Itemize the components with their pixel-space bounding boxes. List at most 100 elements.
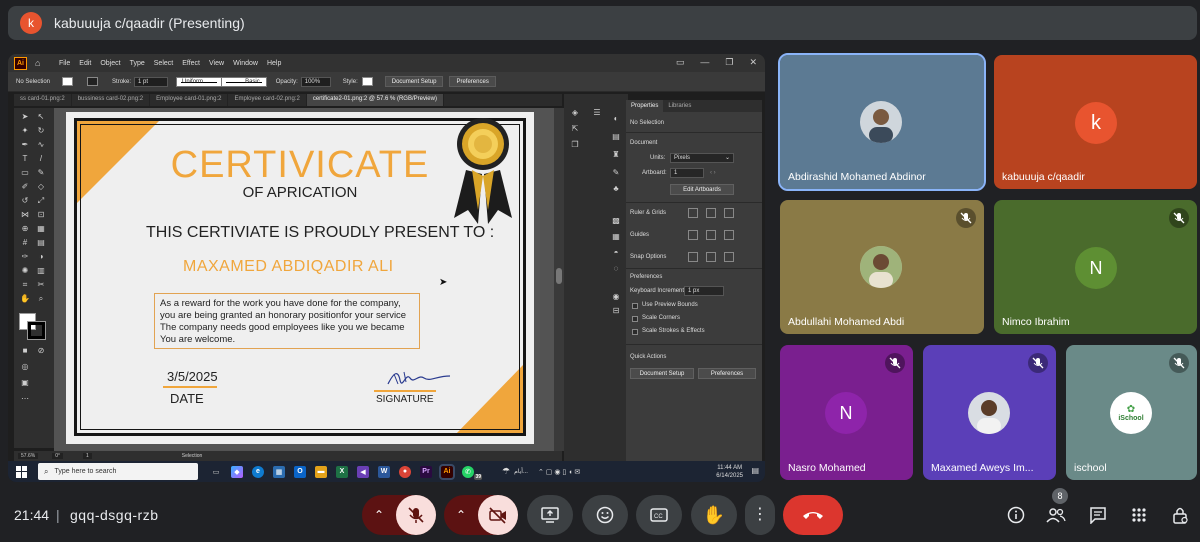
store-icon[interactable]: ▦ (273, 465, 285, 478)
stroke-weight-field[interactable]: 1 pt (134, 76, 169, 87)
ruler-icon[interactable] (688, 208, 698, 218)
stroke-swatch[interactable] (87, 77, 99, 86)
brush-definition-basic[interactable] (221, 76, 268, 87)
workspace-icon[interactable]: ▭ (676, 57, 685, 68)
lock-guides-icon[interactable] (706, 230, 716, 240)
menu-help[interactable]: Help (267, 60, 281, 67)
libraries-icon[interactable]: ▤ (611, 132, 621, 142)
use-preview-bounds-checkbox[interactable] (632, 303, 638, 309)
draw-mode-icon[interactable]: ◎ (20, 362, 30, 372)
word-icon[interactable]: W (378, 465, 390, 478)
close-icon[interactable]: ✕ (749, 57, 757, 68)
show-guides-icon[interactable] (688, 230, 698, 240)
edge-icon[interactable]: e (252, 465, 264, 478)
chrome-icon[interactable]: ● (399, 465, 411, 478)
snap-to-point-icon[interactable] (688, 252, 698, 262)
free-transform-icon[interactable]: ⊡ (36, 210, 46, 220)
participant-tile[interactable]: N Nimco Ibrahim (994, 200, 1197, 334)
units-select[interactable]: Pixels ⌄ (670, 153, 734, 163)
camera-options-chevron-icon[interactable]: ⌃ (450, 505, 472, 525)
align-icon[interactable]: ⊟ (611, 306, 621, 316)
artboards-panel-icon[interactable]: ❐ (570, 140, 580, 150)
participant-tile[interactable]: Abdullahi Mohamed Abdi (780, 200, 984, 334)
color-mode-icon[interactable]: ■ (20, 346, 30, 356)
preferences-button[interactable]: Preferences (449, 76, 496, 87)
properties-panel-icon[interactable]: ☰ (592, 108, 602, 118)
width-tool-icon[interactable]: ⋈ (20, 210, 30, 220)
mic-options-chevron-icon[interactable]: ⌃ (368, 505, 390, 525)
quick-document-setup-button[interactable]: Document Setup (630, 368, 694, 379)
grid-icon[interactable] (706, 208, 716, 218)
symbol-sprayer-icon[interactable]: ✺ (20, 266, 30, 276)
scrollbar-thumb[interactable] (556, 268, 562, 284)
notification-icon[interactable]: ▤ (751, 466, 759, 475)
swatches-icon[interactable]: ▦ (611, 232, 621, 242)
scale-tool-icon[interactable]: ⤢ (36, 196, 46, 206)
none-icon[interactable]: ⊘ (36, 346, 46, 356)
participant-tile[interactable]: ✿ iSchool ischool (1066, 345, 1197, 480)
zoom-field[interactable]: 57.6% (18, 453, 39, 459)
taskbar-search[interactable]: ⌕ Type here to search (38, 463, 198, 480)
smart-guides-icon[interactable] (724, 230, 734, 240)
home-icon[interactable]: ⌂ (35, 58, 45, 68)
shape-builder-icon[interactable]: ⊕ (20, 224, 30, 234)
pixel-snap-icon[interactable] (724, 252, 734, 262)
tab-libraries[interactable]: Libraries (663, 100, 696, 112)
menu-view[interactable]: View (209, 60, 224, 67)
tab-document[interactable]: Employee card-02.png:2 (228, 94, 307, 106)
hand-tool-icon[interactable]: ✋ (20, 294, 30, 304)
activities-icon[interactable] (1129, 505, 1149, 525)
participant-tile[interactable]: N Nasro Mohamed (780, 345, 913, 480)
raise-hand-button[interactable]: ✋ (691, 495, 737, 535)
artboard-tool-icon[interactable]: ⌗ (20, 280, 30, 290)
graphic-styles-icon[interactable]: ♜ (611, 150, 621, 160)
snap-to-grid-icon[interactable] (706, 252, 716, 262)
menu-object[interactable]: Object (100, 60, 120, 67)
edit-artboards-button[interactable]: Edit Artboards (670, 184, 734, 195)
type-tool-icon[interactable]: T (20, 154, 30, 164)
line-tool-icon[interactable]: / (36, 154, 46, 164)
tab-properties[interactable]: Properties (626, 100, 664, 112)
paintbrush-icon[interactable]: ✎ (36, 168, 46, 178)
tab-document[interactable]: Employee card-01.png:2 (150, 94, 229, 106)
taskbar-clock[interactable]: 11:44 AM 6/14/2025 (716, 464, 743, 480)
more-options-button[interactable]: ⋮ (745, 495, 775, 535)
symbols-icon[interactable]: ♣ (611, 184, 621, 194)
outlook-icon[interactable]: O (294, 465, 306, 478)
blend-tool-icon[interactable]: ◑ (36, 252, 46, 262)
quick-preferences-button[interactable]: Preferences (698, 368, 756, 379)
menu-select[interactable]: Select (154, 60, 173, 67)
direct-selection-tool-icon[interactable]: ↖ (36, 112, 46, 122)
selection-tool-icon[interactable]: ➤ (20, 112, 30, 122)
perspective-grid-icon[interactable]: ▦ (36, 224, 46, 234)
vertical-scrollbar[interactable] (554, 108, 564, 451)
host-controls-icon[interactable] (1170, 505, 1190, 525)
stroke-panel-icon[interactable]: ◉ (611, 292, 621, 302)
emoji-reactions-button[interactable] (582, 495, 628, 535)
minimize-icon[interactable]: — (700, 57, 709, 68)
magic-wand-icon[interactable]: ✦ (20, 126, 30, 136)
maximize-icon[interactable]: ❐ (725, 57, 733, 68)
rotate-tool-icon[interactable]: ↺ (20, 196, 30, 206)
brushes-icon[interactable]: ✎ (611, 168, 621, 178)
curvature-tool-icon[interactable]: ∿ (36, 140, 46, 150)
copilot-icon[interactable]: ◆ (231, 465, 243, 478)
slice-tool-icon[interactable]: ✂ (36, 280, 46, 290)
rectangle-tool-icon[interactable]: ▭ (20, 168, 30, 178)
more-tools-icon[interactable]: ⋯ (20, 394, 30, 404)
excel-icon[interactable]: X (336, 465, 348, 478)
lasso-icon[interactable]: ↻ (36, 126, 46, 136)
windows-start-icon[interactable] (16, 465, 28, 478)
captions-button[interactable]: CC (636, 495, 682, 535)
people-button[interactable]: 8 (1046, 488, 1068, 525)
present-screen-button[interactable] (527, 495, 573, 535)
document-setup-button[interactable]: Document Setup (384, 76, 444, 87)
mic-toggle-button[interactable] (396, 495, 436, 535)
camera-toggle-button[interactable] (478, 495, 518, 535)
color-icon[interactable]: ▩ (611, 216, 621, 226)
visual-studio-icon[interactable]: ◀ (357, 465, 369, 478)
style-swatch[interactable] (361, 77, 373, 86)
illustrator-taskbar-icon[interactable]: Ai (439, 463, 455, 480)
transparency-grid-icon[interactable] (724, 208, 734, 218)
task-view-icon[interactable]: ▭ (210, 466, 222, 478)
